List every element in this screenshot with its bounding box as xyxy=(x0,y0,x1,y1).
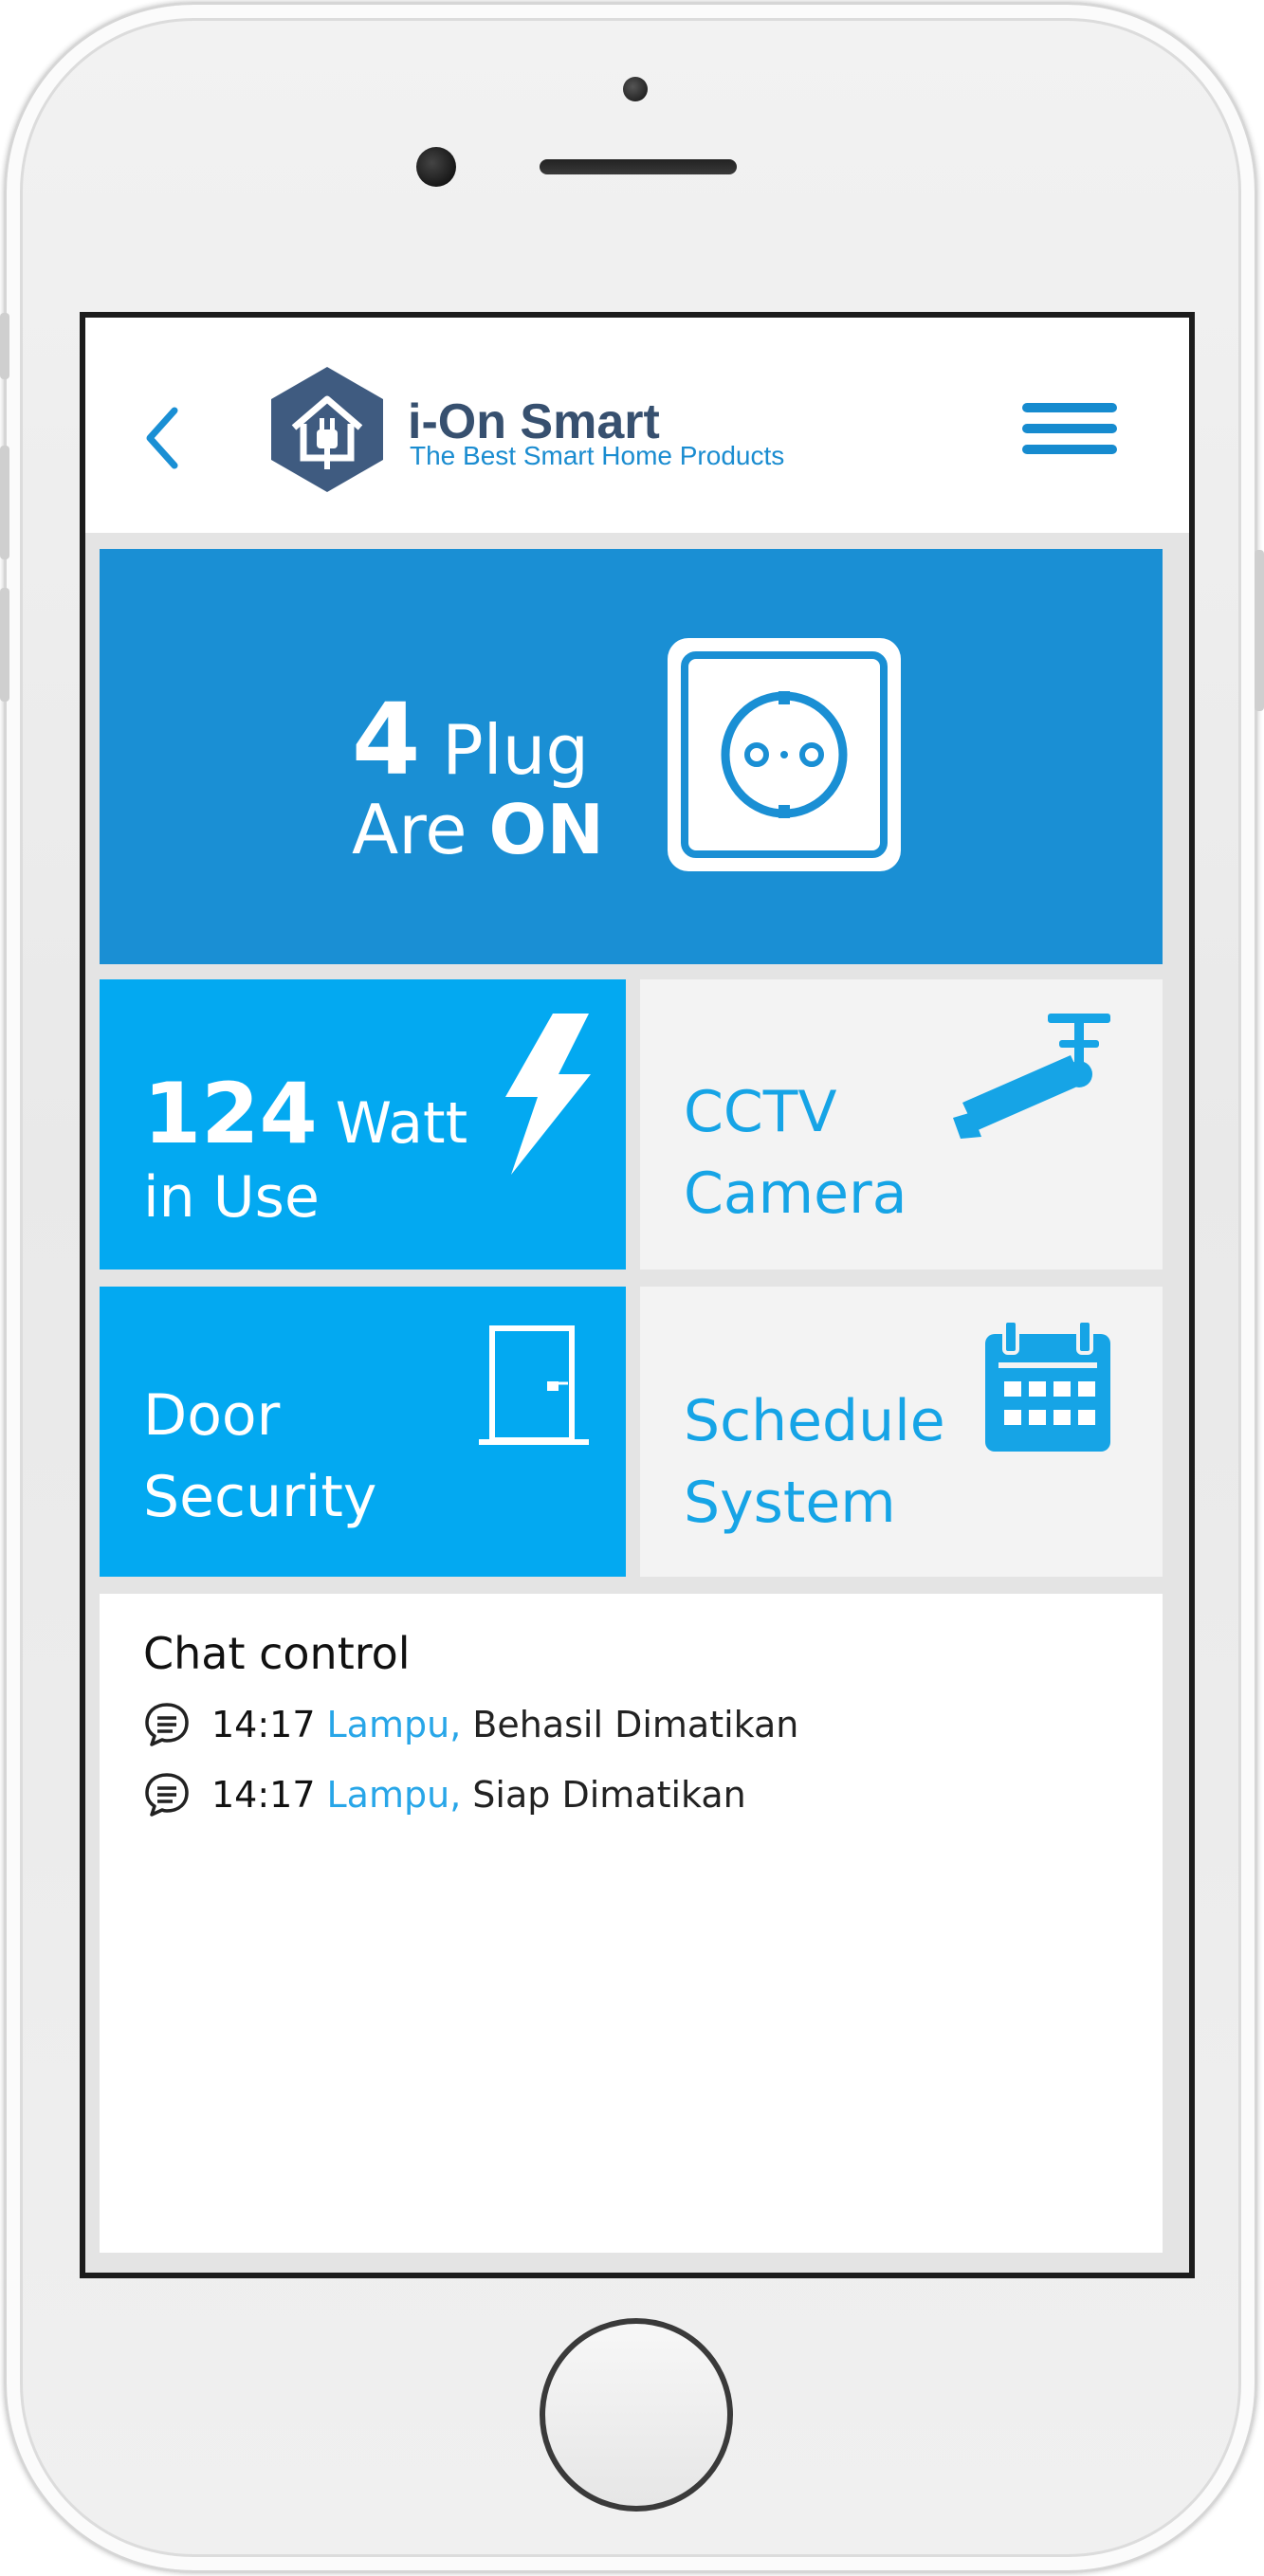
cctv-camera-tile[interactable]: CCTV Camera xyxy=(640,979,1163,1270)
watt-value: 124 xyxy=(143,1065,318,1162)
mute-switch[interactable] xyxy=(0,313,9,379)
phone-frame: i-On Smart The Best Smart Home Products … xyxy=(4,2,1257,2573)
brand-tagline: The Best Smart Home Products xyxy=(410,441,785,470)
menu-button[interactable] xyxy=(1022,403,1117,462)
plug-count-text: 4 Plug xyxy=(352,682,589,797)
proximity-sensor xyxy=(623,77,648,101)
schedule-line1: Schedule xyxy=(684,1388,945,1454)
watt-line1: 124 Watt xyxy=(143,1072,467,1156)
plugs-status-tile[interactable]: 4 Plug Are ON xyxy=(100,549,1163,964)
schedule-system-tile[interactable]: Schedule System xyxy=(640,1287,1163,1577)
watt-unit: Watt xyxy=(335,1090,468,1157)
chat-message[interactable]: 14:17 Lampu, Siap Dimatikan xyxy=(143,1766,746,1823)
calendar-icon xyxy=(983,1319,1112,1457)
brand-logo xyxy=(266,363,389,496)
home-button[interactable] xyxy=(540,2318,733,2512)
cctv-line1: CCTV xyxy=(684,1079,837,1145)
chat-device: Lampu, xyxy=(326,1704,462,1745)
door-security-tile[interactable]: Door Security xyxy=(100,1287,626,1577)
chat-text: Siap Dimatikan xyxy=(472,1774,746,1816)
lightning-bolt-icon xyxy=(498,1014,593,1178)
back-button[interactable] xyxy=(142,405,180,471)
plug-state: ON xyxy=(488,790,604,869)
chat-time: 14:17 xyxy=(211,1774,316,1816)
volume-up-button[interactable] xyxy=(0,446,9,559)
chat-message[interactable]: 14:17 Lampu, Behasil Dimatikan xyxy=(143,1696,798,1753)
plug-label: Plug xyxy=(442,710,590,790)
plug-state-prefix: Are xyxy=(352,790,467,869)
chat-time: 14:17 xyxy=(211,1704,316,1745)
power-usage-tile[interactable]: 124 Watt in Use xyxy=(100,979,626,1270)
chevron-left-icon xyxy=(146,407,178,469)
door-icon xyxy=(477,1325,591,1452)
app-screen: i-On Smart The Best Smart Home Products … xyxy=(80,312,1195,2278)
smart-plug-house-icon xyxy=(271,367,383,492)
chat-bubble-icon xyxy=(145,1703,189,1746)
door-line2: Security xyxy=(143,1464,377,1530)
schedule-line2: System xyxy=(684,1470,896,1536)
door-line1: Door xyxy=(143,1382,281,1449)
power-socket-icon xyxy=(664,634,905,875)
watt-line2: in Use xyxy=(143,1164,320,1231)
chat-bubble-icon xyxy=(145,1773,189,1817)
power-button[interactable] xyxy=(1255,550,1264,711)
chat-title: Chat control xyxy=(143,1628,411,1679)
plug-state-text: Are ON xyxy=(352,790,604,869)
earpiece-speaker xyxy=(540,159,737,174)
front-camera xyxy=(416,147,456,187)
plug-count: 4 xyxy=(352,682,421,797)
volume-down-button[interactable] xyxy=(0,588,9,702)
hamburger-menu-icon xyxy=(1022,403,1117,454)
cctv-line2: Camera xyxy=(684,1160,907,1227)
chat-control-panel: Chat control 14:17 Lampu, Behasil Dimati… xyxy=(100,1594,1163,2253)
chat-device: Lampu, xyxy=(326,1774,462,1816)
chat-text: Behasil Dimatikan xyxy=(472,1704,799,1745)
cctv-camera-icon xyxy=(953,1014,1124,1150)
app-header: i-On Smart The Best Smart Home Products xyxy=(85,318,1189,533)
